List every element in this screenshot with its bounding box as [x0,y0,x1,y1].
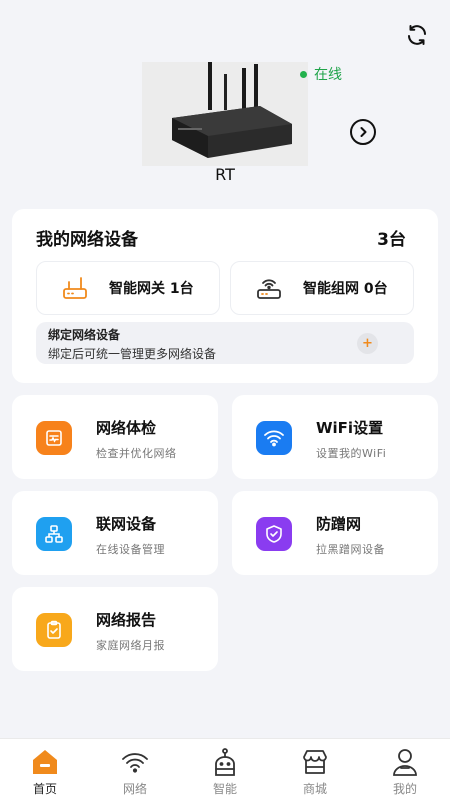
mesh-router-icon [255,274,283,302]
feature-subtitle: 设置我的WiFi [316,447,387,460]
my-devices-title: 我的网络设备 [36,230,138,250]
tab-home[interactable]: 首页 [0,739,90,800]
smart-mesh-card[interactable]: 智能组网 0台 [230,261,414,315]
health-check-icon [36,421,72,455]
chevron-right-icon [360,127,367,137]
tab-label: 商城 [302,782,327,796]
bottom-tab-bar: 首页 网络 智能 商城 我的 [0,738,450,800]
router-image [142,62,308,166]
network-topology-icon [36,517,72,551]
feature-title: 联网设备 [96,515,157,533]
my-devices-card: 我的网络设备 3台 智能网关 1台 智能组网 0台 绑定网络设备 绑定后可统一管… [12,209,438,383]
feature-anti-freeload[interactable]: 防蹭网 拉黑蹭网设备 [232,491,438,575]
feature-network-check[interactable]: 网络体检 检查并优化网络 [12,395,218,479]
store-icon [301,745,329,779]
bind-device-title: 绑定网络设备 [48,328,121,342]
device-name: RT [215,165,235,184]
report-icon [36,613,72,647]
profile-icon [391,745,419,779]
smart-gateway-label: 智能网关 1台 [109,281,194,297]
feature-subtitle: 拉黑蹭网设备 [316,543,385,556]
tab-label: 我的 [392,782,417,796]
tab-label: 首页 [32,782,57,796]
my-devices-count: 3台 [377,230,406,250]
tab-profile[interactable]: 我的 [360,739,450,800]
status-text: 在线 [314,67,342,83]
smart-gateway-card[interactable]: 智能网关 1台 [36,261,220,315]
tab-smart[interactable]: 智能 [180,739,270,800]
online-dot [300,70,307,78]
feature-subtitle: 家庭网络月报 [96,639,165,652]
feature-title: 网络报告 [96,611,157,629]
refresh-button[interactable] [404,22,430,48]
bind-device-bar[interactable]: 绑定网络设备 绑定后可统一管理更多网络设备 + [36,322,414,364]
tab-label: 智能 [212,782,237,796]
feature-subtitle: 在线设备管理 [96,543,165,556]
tab-network[interactable]: 网络 [90,739,180,800]
feature-title: WiFi设置 [316,419,384,437]
shield-check-icon [256,517,292,551]
router-icon [61,274,89,302]
device-hero: 在线 RT [0,62,450,192]
tab-label: 网络 [122,782,147,796]
plus-icon[interactable]: + [357,333,378,354]
feature-network-report[interactable]: 网络报告 家庭网络月报 [12,587,218,671]
tab-store[interactable]: 商城 [270,739,360,800]
robot-icon [211,745,239,779]
status-badge: 在线 [300,64,342,84]
feature-connected-devices[interactable]: 联网设备 在线设备管理 [12,491,218,575]
smart-mesh-label: 智能组网 0台 [303,281,388,297]
wifi-icon [256,421,292,455]
wifi-icon [121,745,149,779]
device-detail-button[interactable] [350,119,376,145]
feature-title: 网络体检 [96,419,157,437]
refresh-icon [408,25,426,45]
feature-wifi-settings[interactable]: WiFi设置 设置我的WiFi [232,395,438,479]
feature-title: 防蹭网 [316,515,362,533]
feature-subtitle: 检查并优化网络 [96,447,177,460]
home-icon [30,745,60,779]
bind-device-subtitle: 绑定后可统一管理更多网络设备 [48,347,217,361]
